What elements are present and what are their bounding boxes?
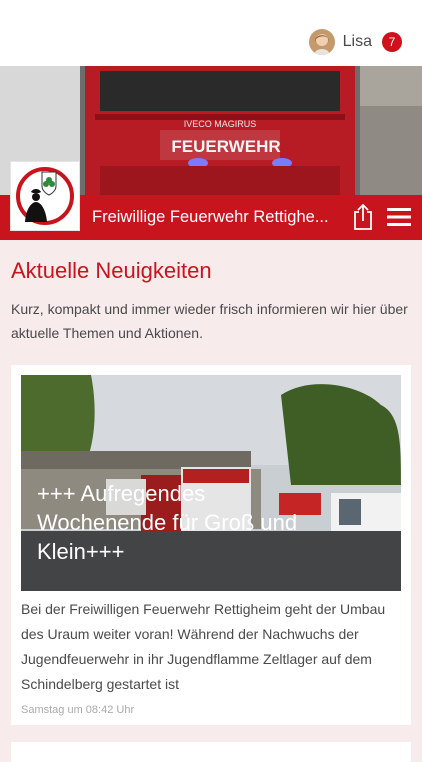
username[interactable]: Lisa (343, 33, 372, 51)
page-title[interactable]: Freiwillige Feuerwehr Rettighe... (92, 195, 342, 240)
top-bar: Lisa 7 (0, 0, 422, 66)
avatar[interactable] (308, 29, 335, 55)
section-heading: Aktuelle Neuigkeiten (11, 258, 212, 283)
notification-badge[interactable]: 7 (382, 32, 402, 52)
news-text: Bei der Freiwilligen Feuerwehr Rettighei… (21, 601, 386, 692)
user-menu[interactable]: Lisa 7 (308, 29, 402, 55)
hamburger-menu-icon[interactable] (387, 207, 411, 227)
news-timestamp: Samstag um 08:42 Uhr (21, 704, 135, 716)
section-intro: Kurz, kompakt und immer wieder frisch in… (11, 301, 408, 341)
share-icon[interactable] (352, 203, 374, 231)
hero-vehicle-lettering: FEUERWEHR (171, 137, 280, 156)
news-card[interactable]: +++ Aufregendes Wochenende für Groß und … (11, 365, 411, 725)
hero-brand-lettering: IVECO MAGIRUS (184, 119, 257, 129)
news-title[interactable]: +++ Aufregendes Wochenende für Groß und … (37, 479, 337, 566)
fire-department-logo[interactable] (10, 161, 80, 231)
news-card[interactable] (11, 742, 411, 762)
